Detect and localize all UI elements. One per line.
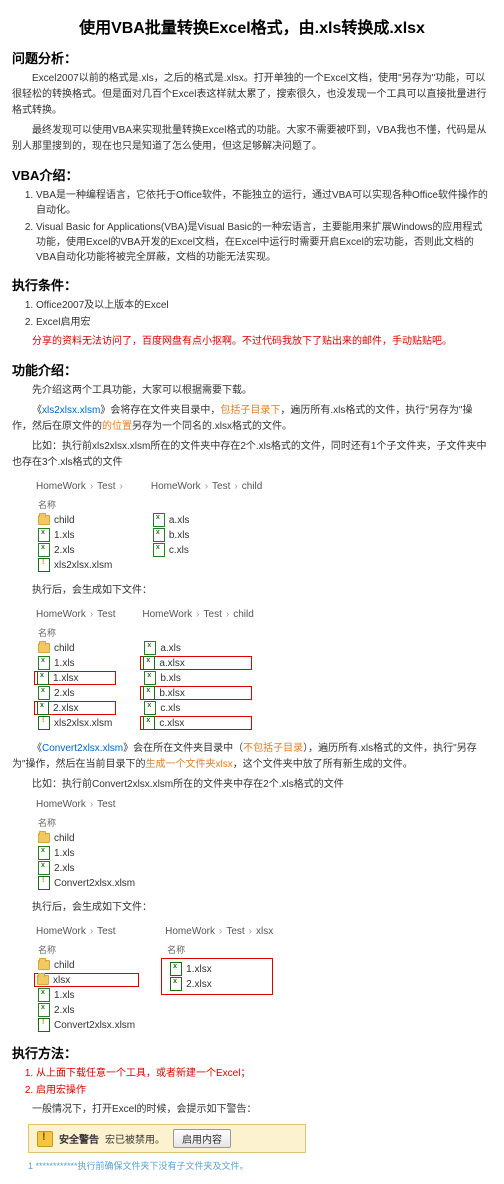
xls-icon (153, 528, 165, 542)
list-item[interactable]: b.xls (140, 671, 251, 685)
list-item[interactable]: b.xlsx (140, 686, 251, 700)
list-item[interactable]: Convert2xlsx.xlsm (34, 1018, 139, 1032)
heading-conditions: 执行条件： (12, 275, 492, 294)
xls-icon (153, 513, 165, 527)
para-problem-1: Excel2007以前的格式是.xls，之后的格式是.xlsx。打开单独的一个E… (12, 71, 492, 119)
list-item[interactable]: 1.xls (34, 656, 116, 670)
heading-func: 功能介绍： (12, 360, 492, 379)
list-item[interactable]: 1.xlsx (166, 962, 268, 976)
file-pane-2-left: HomeWork›Test 名称 child 1.xls 1.xlsx 2.xl… (32, 605, 118, 731)
enable-content-button[interactable]: 启用内容 (173, 1129, 231, 1148)
xls-icon (38, 686, 50, 700)
list-item[interactable]: b.xls (149, 528, 260, 542)
func-p3: 比如：执行前xls2xlsx.xlsm所在的文件夹中存在2个.xls格式的文件，… (12, 439, 492, 471)
list-item[interactable]: a.xls (140, 641, 251, 655)
list-item[interactable]: 2.xls (34, 543, 125, 557)
folder-icon (38, 833, 50, 843)
list-item[interactable]: 1.xlsx (34, 671, 116, 685)
func-p1: 先介绍这两个工具功能，大家可以根据需要下载。 (12, 383, 492, 399)
list-item[interactable]: xls2xlsx.xlsm (34, 558, 125, 572)
warning-text: 宏已被禁用。 (105, 1131, 165, 1146)
method-step-1: 从上面下载任意一个工具，或者新建一个Excel； (36, 1066, 492, 1081)
xlsx-icon (143, 656, 155, 670)
xls-icon (144, 641, 156, 655)
xlsx-icon (170, 962, 182, 976)
list-item[interactable]: child (34, 831, 490, 845)
file-pane-4-right: HomeWork›Test›xlsx 名称 1.xlsx 2.xlsx (161, 922, 273, 995)
list-item[interactable]: 2.xls (34, 686, 116, 700)
cond-item-1: Office2007及以上版本的Excel (36, 298, 492, 313)
xls-icon (38, 656, 50, 670)
list-item[interactable]: c.xls (149, 543, 260, 557)
file-pane-1-left: HomeWork›Test› 名称 child 1.xls 2.xls xls2… (32, 477, 127, 573)
xlsx-icon (37, 671, 49, 685)
xlsm-icon (38, 558, 50, 572)
file-pane-2-right: HomeWork›Test›child a.xls a.xlsx b.xls b… (138, 605, 253, 731)
cond-item-2: Excel启用宏 (36, 315, 492, 330)
xlsm-icon (38, 876, 50, 890)
list-item[interactable]: xlsx (34, 973, 139, 987)
breadcrumb: HomeWork›Test›child (151, 481, 262, 492)
xls-icon (38, 846, 50, 860)
vba-item-1: VBA是一种编程语言，它依托于Office软件，不能独立的运行，通过VBA可以实… (36, 188, 492, 218)
folder-icon (38, 515, 50, 525)
warning-icon (37, 1131, 53, 1147)
folder-icon (38, 960, 50, 970)
list-item[interactable]: child (34, 513, 125, 527)
xlsm-icon (38, 716, 50, 730)
xls-icon (38, 528, 50, 542)
list-item[interactable]: Convert2xlsx.xlsm (34, 876, 490, 890)
list-item[interactable]: 2.xls (34, 1003, 139, 1017)
page-title: 使用VBA批量转换Excel格式，由.xls转换成.xlsx (12, 14, 492, 38)
para-problem-2: 最终发现可以使用VBA来实现批量转换Excel格式的功能。大家不需要被吓到，VB… (12, 123, 492, 155)
vba-item-2: Visual Basic for Applications(VBA)是Visua… (36, 220, 492, 265)
after-text-1: 执行后，会生成如下文件： (12, 583, 492, 599)
list-item[interactable]: child (34, 641, 116, 655)
file-pane-1-right: HomeWork›Test›child a.xls b.xls c.xls (147, 477, 262, 558)
xls-icon (144, 671, 156, 685)
code-comment: 1 ************执行前确保文件夹下没有子文件夹及文件。 (28, 1159, 476, 1172)
list-item[interactable]: 1.xls (34, 988, 139, 1002)
link-convert2xlsx[interactable]: Convert2xlsx.xlsm (42, 743, 123, 754)
xlsx-icon (143, 686, 155, 700)
after-text-2: 执行后，会生成如下文件： (12, 900, 492, 916)
xlsx-icon (170, 977, 182, 991)
warning-label: 安全警告 (59, 1131, 99, 1146)
func-p2: 《xls2xlsx.xlsm》会将存在文件夹目录中，包括子目录下，遍历所有.xl… (12, 403, 492, 435)
cond-note: 分享的资料无法访问了，百度网盘有点小抠啊。不过代码我放下了贴出来的邮件，手动贴贴… (12, 334, 492, 350)
xlsm-icon (38, 1018, 50, 1032)
file-pane-4-left: HomeWork›Test 名称 child xlsx 1.xls 2.xls … (32, 922, 141, 1033)
list-item[interactable]: 2.xlsx (166, 977, 268, 991)
heading-vba: VBA介绍： (12, 165, 492, 184)
link-xls2xlsx[interactable]: xls2xlsx.xlsm (42, 405, 100, 416)
security-warning-bar: 安全警告 宏已被禁用。 启用内容 (28, 1124, 306, 1153)
xls-icon (38, 988, 50, 1002)
heading-method: 执行方法： (12, 1043, 492, 1062)
xls-icon (153, 543, 165, 557)
list-item[interactable]: a.xls (149, 513, 260, 527)
list-item[interactable]: 1.xls (34, 846, 490, 860)
folder-icon (38, 643, 50, 653)
list-item[interactable]: 2.xls (34, 861, 490, 875)
list-item[interactable]: 1.xls (34, 528, 125, 542)
xls-icon (38, 1003, 50, 1017)
method-note: 一般情况下，打开Excel的时候，会提示如下警告： (12, 1102, 492, 1118)
list-item[interactable]: c.xlsx (140, 716, 251, 730)
list-item[interactable]: xls2xlsx.xlsm (34, 716, 116, 730)
list-item[interactable]: a.xlsx (140, 656, 251, 670)
list-item[interactable]: child (34, 958, 139, 972)
xls-icon (38, 861, 50, 875)
breadcrumb: HomeWork›Test› (36, 481, 127, 492)
convert-p2: 比如：执行前Convert2xlsx.xlsm所在的文件夹中存在2个.xls格式… (12, 777, 492, 793)
xlsx-icon (143, 716, 155, 730)
folder-icon (37, 975, 49, 985)
xls-icon (38, 543, 50, 557)
convert-para: 《Convert2xlsx.xlsm》会在所在文件夹目录中（不包括子目录），遍历… (12, 741, 492, 773)
method-step-2: 启用宏操作 (36, 1083, 492, 1098)
heading-problem: 问题分析： (12, 48, 492, 67)
